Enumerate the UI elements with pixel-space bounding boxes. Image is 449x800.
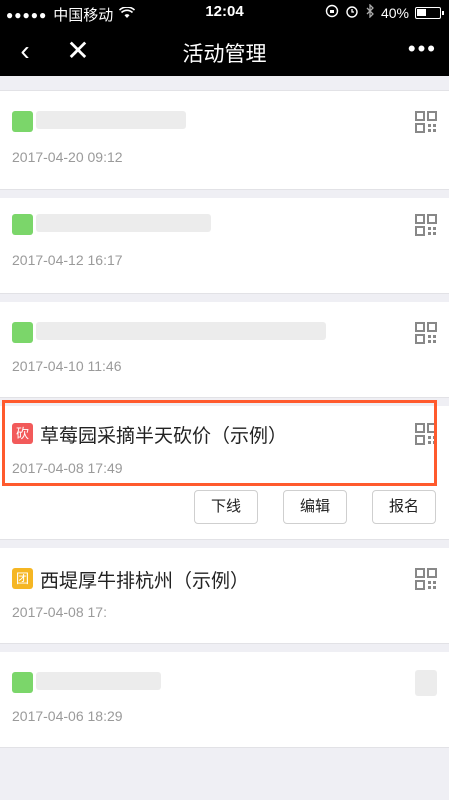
- activity-date: 2017-04-12 16:17: [12, 252, 123, 268]
- blurred-title: [36, 672, 161, 690]
- activity-item[interactable]: 2017-04-10 11:46: [0, 294, 449, 398]
- activity-item[interactable]: 团 西堤厚牛排杭州（示例） 2017-04-08 17:: [0, 540, 449, 644]
- offline-button[interactable]: 下线: [194, 490, 258, 524]
- qr-code-icon[interactable]: [415, 568, 437, 590]
- qr-code-icon[interactable]: [415, 111, 437, 133]
- signup-button[interactable]: 报名: [372, 490, 436, 524]
- page-title: 活动管理: [182, 43, 267, 66]
- blurred-qr-code-icon[interactable]: [415, 670, 437, 696]
- activity-badge: [12, 672, 33, 693]
- qr-code-icon[interactable]: [415, 214, 437, 236]
- battery-icon: [415, 6, 444, 19]
- nav-bar: ‹ ✕ 活动管理 •••: [0, 26, 449, 76]
- activity-date: 2017-04-20 09:12: [12, 149, 123, 165]
- highlight-box: [2, 400, 437, 486]
- activity-badge: [12, 111, 33, 132]
- activity-date: 2017-04-08 17:: [12, 604, 107, 620]
- activity-badge: [12, 322, 33, 343]
- activity-badge: [12, 214, 33, 235]
- group-buy-badge: 团: [12, 568, 33, 589]
- activity-item[interactable]: 2017-04-20 09:12: [0, 90, 449, 190]
- qr-code-icon[interactable]: [415, 322, 437, 344]
- activity-date: 2017-04-10 11:46: [12, 358, 122, 374]
- battery-label: 40%: [380, 4, 409, 21]
- bluetooth-icon: [365, 3, 375, 21]
- status-bar: ●●●●● 中国移动 12:04 40%: [0, 0, 449, 26]
- rotation-lock-icon: [325, 4, 339, 21]
- activity-item[interactable]: 2017-04-12 16:17: [0, 190, 449, 294]
- blurred-title: [36, 214, 211, 232]
- edit-button[interactable]: 编辑: [283, 490, 347, 524]
- activity-date: 2017-04-06 18:29: [12, 708, 123, 724]
- activity-item[interactable]: 2017-04-06 18:29: [0, 644, 449, 748]
- blurred-title: [36, 322, 326, 340]
- more-icon[interactable]: •••: [408, 36, 437, 62]
- activity-title: 西堤厚牛排杭州（示例）: [40, 571, 250, 592]
- alarm-icon: [345, 4, 359, 21]
- blurred-title: [36, 111, 186, 129]
